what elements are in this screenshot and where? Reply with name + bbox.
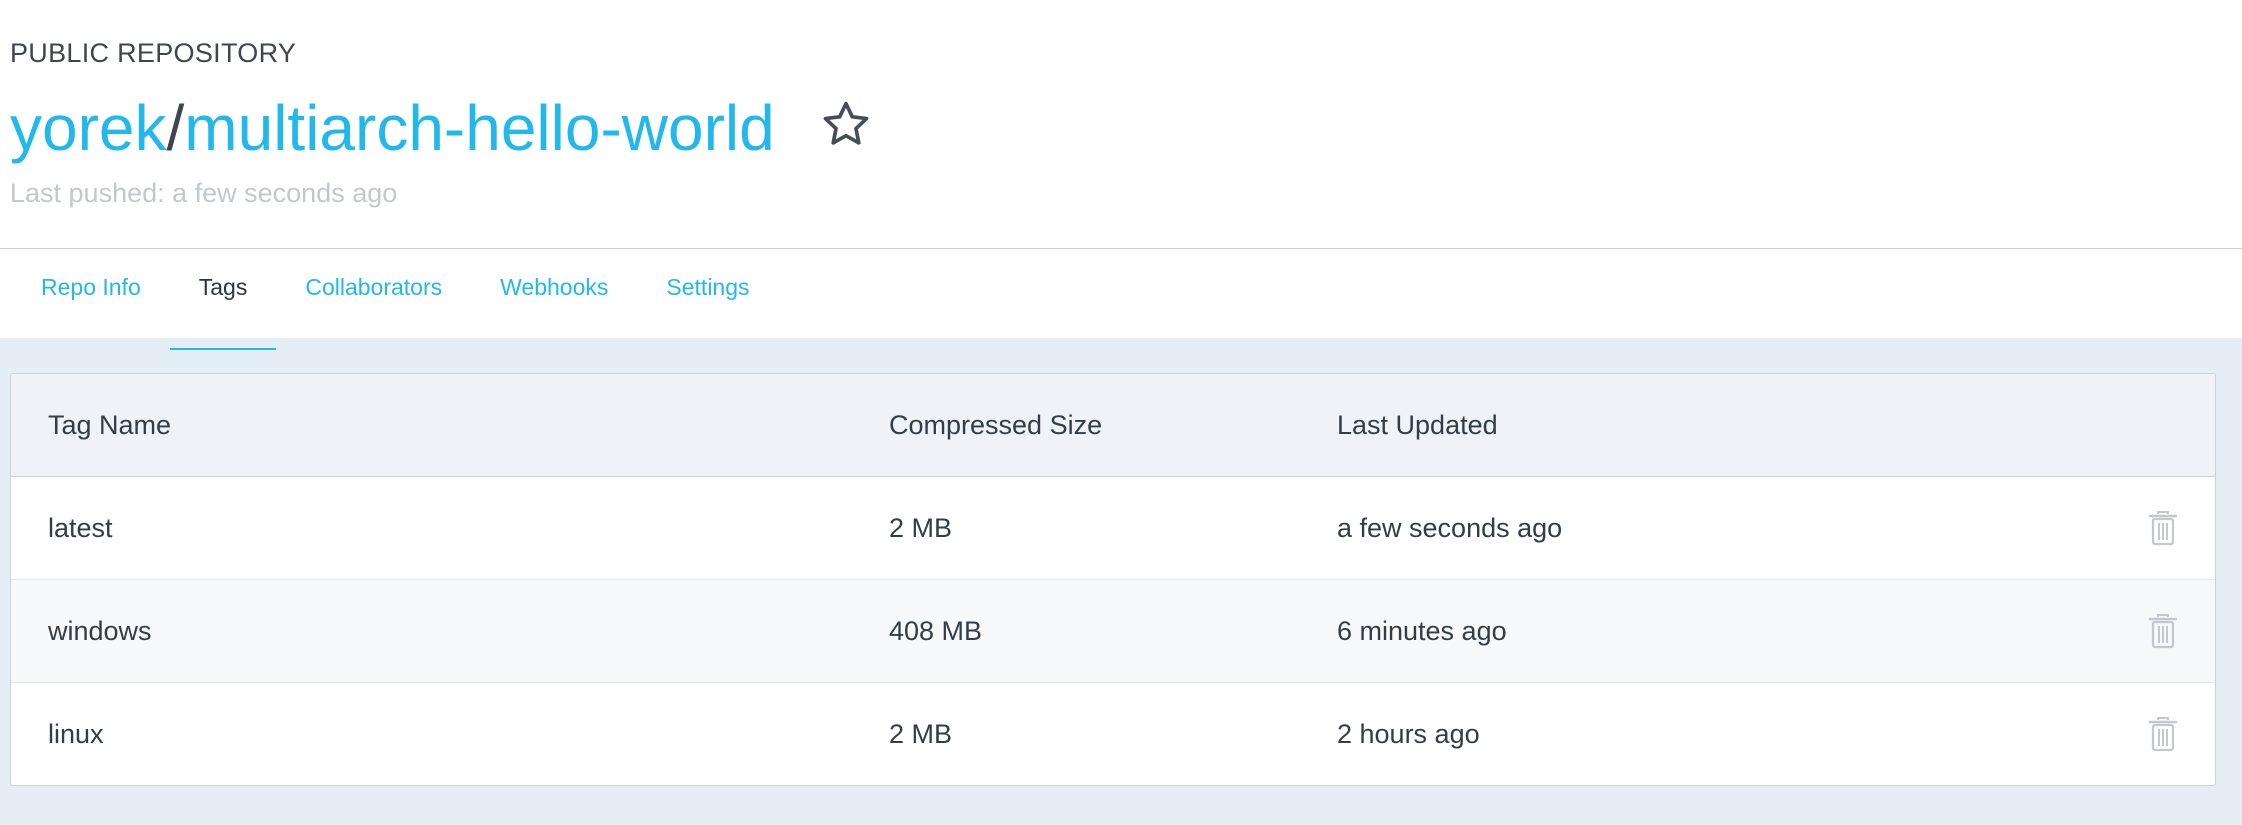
repo-tabs: Repo Info Tags Collaborators Webhooks Se… [0, 249, 2242, 350]
tag-name: windows [48, 615, 152, 646]
star-icon[interactable] [820, 88, 872, 168]
table-row: latest 2 MB a few seconds ago [11, 477, 2215, 579]
last-updated: a few seconds ago [1337, 512, 1563, 543]
repo-name: multiarch-hello-world [184, 92, 775, 164]
repo-header: PUBLIC REPOSITORY yorek/multiarch-hello-… [0, 0, 2242, 249]
tab-settings[interactable]: Settings [637, 237, 778, 338]
trash-icon[interactable] [2148, 510, 2178, 546]
tag-name: latest [48, 512, 113, 543]
tags-table: Tag Name Compressed Size Last Updated la… [10, 373, 2216, 786]
trash-icon[interactable] [2148, 613, 2178, 649]
repo-path-separator: / [166, 92, 185, 164]
table-header-row: Tag Name Compressed Size Last Updated [11, 374, 2215, 477]
last-updated: 2 hours ago [1337, 718, 1480, 749]
compressed-size: 2 MB [889, 718, 953, 749]
compressed-size: 2 MB [889, 512, 953, 543]
table-row: linux 2 MB 2 hours ago [11, 682, 2215, 785]
last-updated: 6 minutes ago [1337, 615, 1507, 646]
table-row: windows 408 MB 6 minutes ago [11, 579, 2215, 682]
tag-name: linux [48, 718, 104, 749]
tags-content: Tag Name Compressed Size Last Updated la… [0, 338, 2242, 825]
repo-title: yorek/multiarch-hello-world [10, 88, 872, 168]
header-compressed-size: Compressed Size [889, 409, 1103, 440]
tab-repo-info[interactable]: Repo Info [12, 237, 170, 338]
compressed-size: 408 MB [889, 615, 983, 646]
tab-tags[interactable]: Tags [169, 237, 277, 350]
repo-namespace-link[interactable]: yorek [10, 92, 167, 164]
last-pushed-text: Last pushed: a few seconds ago [10, 178, 398, 208]
header-last-updated: Last Updated [1337, 409, 1498, 440]
trash-icon[interactable] [2148, 716, 2178, 752]
repo-visibility-label: PUBLIC REPOSITORY [10, 38, 297, 68]
tab-collaborators[interactable]: Collaborators [276, 237, 471, 338]
tab-webhooks[interactable]: Webhooks [471, 237, 637, 338]
header-tag-name: Tag Name [48, 409, 172, 440]
